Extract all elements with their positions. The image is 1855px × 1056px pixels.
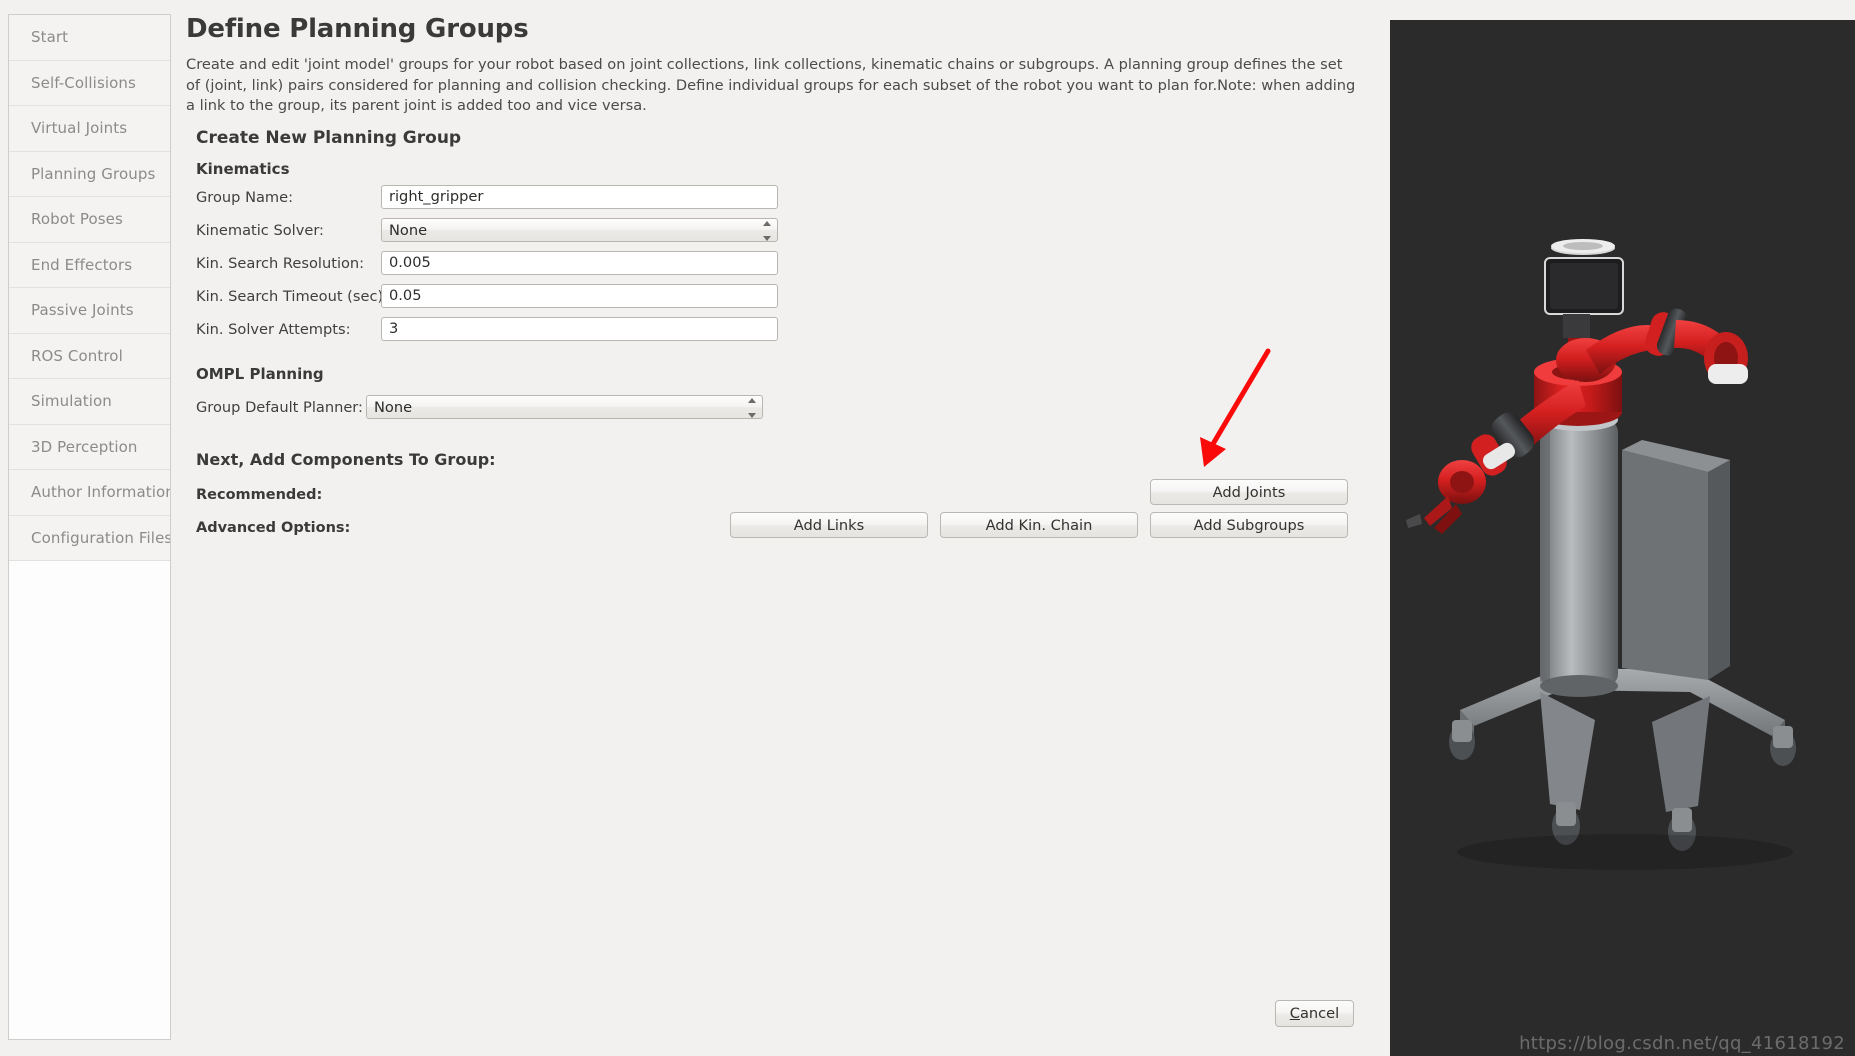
page-description: Create and edit 'joint model' groups for… [186,56,1356,114]
ompl-planning-heading: OMPL Planning [196,365,324,383]
add-subgroups-button[interactable]: Add Subgroups [1150,512,1348,538]
default-planner-row: Group Default Planner: None [196,395,763,419]
default-planner-value: None [374,398,413,416]
sidebar-item-label: Passive Joints [31,301,134,320]
sidebar-item-start[interactable]: Start [9,15,170,61]
planning-groups-panel: Define Planning Groups Create and edit '… [171,0,1389,1056]
search-timeout-label: Kin. Search Timeout (sec): [196,287,389,305]
add-links-button[interactable]: Add Links [730,512,928,538]
group-name-row: Group Name: right_gripper [196,185,778,209]
group-name-input[interactable]: right_gripper [381,185,778,209]
sidebar-item-self-collisions[interactable]: Self-Collisions [9,60,170,106]
robot-3d-viewport[interactable]: https://blog.csdn.net/qq_41618192 [1390,20,1855,1056]
sidebar-item-simulation[interactable]: Simulation [9,379,170,425]
robot-model-render [1406,239,1796,870]
search-timeout-row: Kin. Search Timeout (sec): 0.05 [196,284,778,308]
chevron-updown-icon[interactable] [762,221,771,241]
sidebar-item-label: Start [31,28,69,47]
sidebar-item-configuration-files[interactable]: Configuration Files [9,515,171,561]
kinematic-solver-label: Kinematic Solver: [196,221,324,239]
search-timeout-input[interactable]: 0.05 [381,284,778,308]
cancel-button[interactable]: Cancel [1275,1000,1354,1027]
sidebar-item-ros-control[interactable]: ROS Control [9,333,170,379]
sidebar-item-label: End Effectors [31,255,133,274]
sidebar-item-label: Virtual Joints [31,119,128,138]
sidebar-item-label: Configuration Files [31,528,171,547]
chevron-updown-icon[interactable] [747,398,756,418]
cancel-accel-letter: C [1289,1005,1300,1022]
sidebar-item-label: Planning Groups [31,164,156,183]
sidebar-item-end-effectors[interactable]: End Effectors [9,242,170,288]
search-resolution-row: Kin. Search Resolution: 0.005 [196,251,778,275]
kinematics-heading: Kinematics [196,160,290,178]
cancel-label-rest: ancel [1299,1005,1340,1022]
add-components-heading: Next, Add Components To Group: [196,450,496,469]
kinematic-solver-select[interactable]: None [381,218,778,242]
recommended-label: Recommended: [196,487,323,503]
page-title: Define Planning Groups [186,14,529,44]
default-planner-select[interactable]: None [366,395,763,419]
default-planner-label: Group Default Planner: [196,398,363,416]
sidebar-item-passive-joints[interactable]: Passive Joints [9,288,170,334]
add-joints-button[interactable]: Add Joints [1150,479,1348,505]
kinematic-solver-row: Kinematic Solver: None [196,218,778,242]
sidebar-item-label: Simulation [31,392,112,411]
create-new-planning-group-heading: Create New Planning Group [196,128,462,148]
add-kin-chain-button[interactable]: Add Kin. Chain [940,512,1138,538]
search-resolution-input[interactable]: 0.005 [381,251,778,275]
sidebar-item-planning-groups[interactable]: Planning Groups [9,151,170,197]
group-name-label: Group Name: [196,188,294,206]
kinematic-solver-value: None [389,221,428,239]
sidebar-item-virtual-joints[interactable]: Virtual Joints [9,106,170,152]
solver-attempts-input[interactable]: 3 [381,317,778,341]
sidebar-item-author-information[interactable]: Author Information [9,470,170,516]
sidebar-item-label: Author Information [31,483,171,502]
sidebar-item-robot-poses[interactable]: Robot Poses [9,197,170,243]
solver-attempts-row: Kin. Solver Attempts: 3 [196,317,778,341]
search-resolution-label: Kin. Search Resolution: [196,254,365,272]
navigation-sidebar: Start Self-Collisions Virtual Joints Pla… [8,14,171,1040]
viewport-gutter [1380,0,1390,1056]
watermark-text: https://blog.csdn.net/qq_41618192 [1519,1033,1845,1054]
moveit-setup-assistant-window: Start Self-Collisions Virtual Joints Pla… [0,0,1855,1056]
advanced-options-label: Advanced Options: [196,520,351,536]
sidebar-item-3d-perception[interactable]: 3D Perception [9,424,170,470]
sidebar-item-label: ROS Control [31,346,123,365]
sidebar-item-label: Self-Collisions [31,73,136,92]
sidebar-item-label: 3D Perception [31,437,138,456]
sidebar-item-label: Robot Poses [31,210,123,229]
sidebar-empty-area [9,561,170,1039]
solver-attempts-label: Kin. Solver Attempts: [196,320,351,338]
